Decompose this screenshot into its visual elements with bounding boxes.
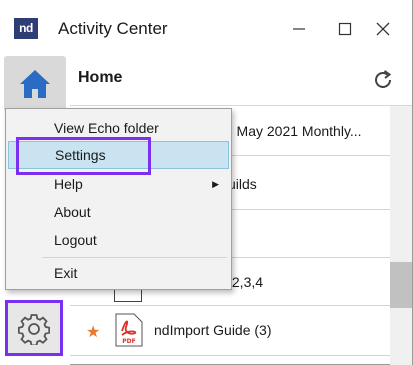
menu-separator [42,257,227,258]
refresh-icon [375,70,392,88]
menu-item-label: About [54,204,91,220]
menu-item-label: Settings [55,147,106,163]
app-logo: nd [14,18,38,39]
list-item[interactable]: ★ PDF ndImport Guide (3) [70,306,390,356]
content-header: Home [70,56,412,106]
menu-item-label: Logout [54,232,97,248]
window-title: Activity Center [58,19,168,38]
list-item-title: - May 2021 Monthly... [228,123,362,139]
activity-center-window: nd Activity Center Home - May 2021 Month… [0,0,413,365]
menu-item-label: View Echo folder [54,120,159,136]
settings-menu: View Echo folder Settings Help ▶ About L… [5,108,232,290]
maximize-icon [338,22,352,36]
submenu-arrow-icon: ▶ [212,179,219,189]
scrollbar[interactable] [390,106,412,365]
star-icon[interactable]: ★ [86,322,100,342]
menu-item-view-echo-folder[interactable]: View Echo folder [8,114,229,142]
home-nav-button[interactable] [4,56,66,112]
menu-item-about[interactable]: About [8,198,229,226]
menu-item-exit[interactable]: Exit [8,259,229,287]
home-icon [20,70,50,98]
pdf-icon: PDF [115,313,143,347]
minimize-icon [293,28,305,30]
close-icon [376,22,390,36]
menu-item-help[interactable]: Help ▶ [8,170,229,198]
title-bar: nd Activity Center [0,0,412,56]
scroll-thumb[interactable] [390,262,412,308]
maximize-button[interactable] [330,14,360,44]
list-item-title: ,2,3,4 [228,274,264,290]
minimize-button[interactable] [284,14,314,44]
list-item-title: uilds [228,176,257,192]
menu-item-label: Help [54,176,83,192]
menu-item-settings[interactable]: Settings [8,141,229,169]
close-button[interactable] [368,14,398,44]
pdf-label: PDF [122,338,135,345]
list-item-title: ndImport Guide (3) [154,322,272,338]
page-title: Home [78,69,123,86]
refresh-button[interactable] [370,67,396,93]
menu-item-label: Exit [54,265,78,281]
menu-item-logout[interactable]: Logout [8,226,229,254]
settings-nav-button[interactable] [5,300,63,356]
gear-icon [18,314,50,345]
